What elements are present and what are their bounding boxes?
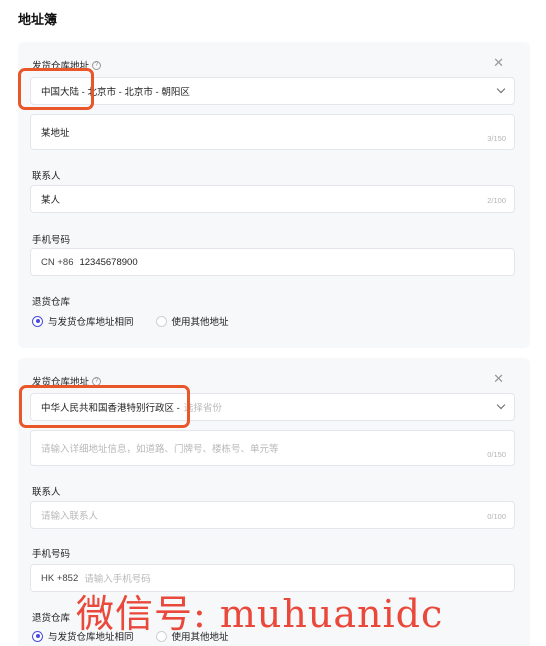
highlight-box-region-2 xyxy=(19,385,190,428)
address-counter: 0/150 xyxy=(487,450,506,459)
address-counter: 3/150 xyxy=(487,134,506,143)
help-icon[interactable]: ? xyxy=(92,60,102,70)
phone-country-code[interactable]: CN +86 xyxy=(41,257,73,268)
contact-field[interactable]: 请输入联系人 0/100 xyxy=(30,501,515,529)
page-title: 地址簿 xyxy=(18,12,58,27)
address-detail-field[interactable]: 某地址 3/150 xyxy=(30,114,515,150)
return-warehouse-options: 与发货仓库地址相同 使用其他地址 xyxy=(32,314,251,328)
address-detail-placeholder: 请输入详细地址信息，如道路、门牌号、楼栋号、单元等 xyxy=(41,444,279,455)
return-warehouse-label: 退货仓库 xyxy=(32,297,71,308)
contact-label: 联系人 xyxy=(32,487,61,498)
contact-counter: 0/100 xyxy=(487,512,506,521)
chevron-down-icon xyxy=(496,84,506,94)
close-icon[interactable]: ✕ xyxy=(493,372,504,385)
contact-field[interactable]: 某人 2/100 xyxy=(30,185,515,213)
address-detail-field[interactable]: 请输入详细地址信息，如道路、门牌号、楼栋号、单元等 0/150 xyxy=(30,430,515,466)
highlight-box-region-1 xyxy=(18,68,94,110)
return-warehouse-label: 退货仓库 xyxy=(32,613,71,624)
region-select[interactable]: 中国大陆 - 北京市 - 北京市 - 朝阳区 xyxy=(30,77,515,105)
radio-selected-icon[interactable] xyxy=(32,630,43,642)
phone-value: 12345678900 xyxy=(79,256,138,268)
contact-label: 联系人 xyxy=(32,171,61,182)
phone-country-code[interactable]: HK +852 xyxy=(41,573,78,584)
contact-value: 某人 xyxy=(41,195,61,206)
return-option-same[interactable]: 与发货仓库地址相同 xyxy=(32,314,134,328)
watermark: 微信号: muhuanidc xyxy=(76,592,444,636)
contact-placeholder: 请输入联系人 xyxy=(41,511,99,522)
return-option-other[interactable]: 使用其他地址 xyxy=(155,314,229,328)
return-option-same-label: 与发货仓库地址相同 xyxy=(48,317,134,328)
radio-unselected-icon[interactable] xyxy=(155,315,167,327)
chevron-down-icon xyxy=(496,400,506,410)
phone-field[interactable]: CN +86 12345678900 xyxy=(30,248,515,276)
phone-label: 手机号码 xyxy=(32,549,71,560)
address-detail-value: 某地址 xyxy=(41,128,70,139)
contact-counter: 2/100 xyxy=(487,196,506,205)
return-option-other-label: 使用其他地址 xyxy=(171,317,229,328)
address-card-1: 发货仓库地址 ? ✕ 中国大陆 - 北京市 - 北京市 - 朝阳区 某地址 3/… xyxy=(18,42,530,348)
radio-selected-icon[interactable] xyxy=(32,315,43,327)
close-icon[interactable]: ✕ xyxy=(493,56,504,69)
phone-label: 手机号码 xyxy=(32,235,71,246)
